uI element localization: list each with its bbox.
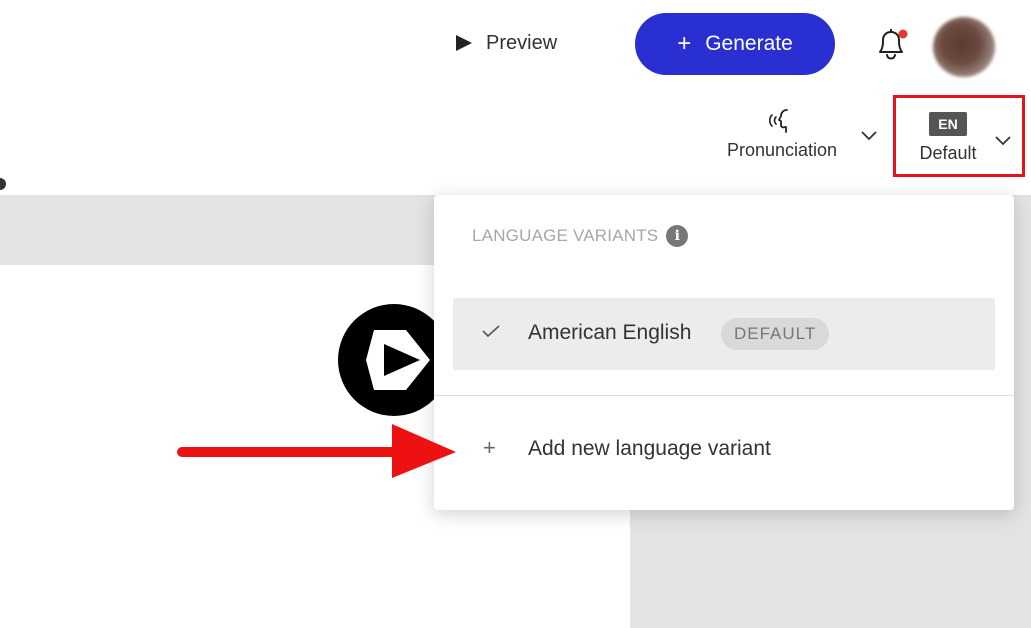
chevron-down-icon (995, 136, 1011, 146)
plus-icon: + (677, 30, 692, 57)
pronunciation-button[interactable]: Pronunciation (718, 108, 846, 164)
info-icon[interactable]: i (666, 225, 689, 247)
annotation-arrow (177, 424, 456, 478)
dropdown-heading-label: LANGUAGE VARIANTS (472, 226, 659, 245)
language-label: Default (919, 143, 977, 163)
generate-button[interactable]: + Generate (635, 13, 835, 75)
preview-label: Preview (486, 31, 558, 54)
video-logo (338, 302, 446, 418)
preview-button[interactable]: Preview (456, 28, 557, 58)
speaking-head-icon (768, 109, 788, 133)
check-icon (482, 325, 500, 338)
add-language-variant-button[interactable]: + Add new language variant (453, 423, 995, 475)
language-selector[interactable]: EN Default (893, 95, 1025, 177)
language-variant-item[interactable]: American English DEFAULT (453, 298, 995, 370)
bell-icon[interactable] (874, 26, 908, 62)
notification-dot (898, 29, 908, 39)
avatar[interactable] (933, 17, 995, 77)
language-variants-dropdown: LANGUAGE VARIANTS i American English DEF… (434, 195, 1014, 510)
play-icon (456, 35, 472, 51)
pronunciation-label: Pronunciation (726, 140, 838, 160)
canvas-corner-handle (0, 178, 6, 190)
add-language-variant-label: Add new language variant (528, 437, 771, 460)
divider (434, 395, 1014, 396)
plus-icon: + (483, 435, 496, 460)
chevron-down-icon[interactable] (860, 128, 878, 142)
default-badge: DEFAULT (721, 318, 830, 350)
variant-name: American English (528, 321, 692, 344)
generate-label: Generate (705, 32, 793, 55)
dropdown-heading: LANGUAGE VARIANTS i (472, 225, 689, 247)
language-code-badge: EN (929, 112, 967, 136)
